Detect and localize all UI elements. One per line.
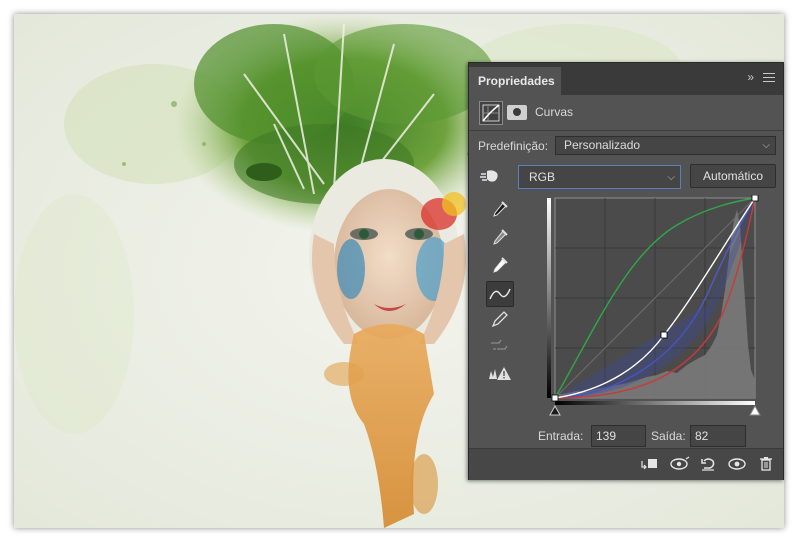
white-point-slider[interactable] xyxy=(749,405,761,416)
preset-value: Personalizado xyxy=(564,138,641,152)
output-field[interactable]: 82 xyxy=(690,425,746,447)
screenshot-frame: Propriedades » Curvas Predefinição: Pers… xyxy=(0,0,800,543)
adjustment-label: Curvas xyxy=(535,105,574,119)
output-label: Saída: xyxy=(651,429,686,443)
panel-bottom-bar xyxy=(469,448,783,480)
panel-titlebar: Propriedades » xyxy=(469,63,783,95)
curve-point-black[interactable] xyxy=(551,394,559,402)
clipping-warning-icon[interactable] xyxy=(487,363,513,387)
input-label: Entrada: xyxy=(538,429,584,443)
trash-icon[interactable] xyxy=(754,453,778,475)
preset-dropdown[interactable]: Personalizado ⌵ xyxy=(555,136,776,155)
eyedropper-white-icon[interactable] xyxy=(487,255,513,279)
tab-properties[interactable]: Propriedades xyxy=(469,67,561,95)
curve-point-selected[interactable] xyxy=(660,331,668,339)
chevron-down-icon: ⌵ xyxy=(762,140,770,151)
clip-to-layer-icon[interactable] xyxy=(637,453,661,475)
reset-icon[interactable] xyxy=(696,453,720,475)
smooth-icon[interactable] xyxy=(487,335,513,359)
curves-graph[interactable] xyxy=(547,195,759,407)
curve-point-icon[interactable] xyxy=(486,281,514,307)
output-gradient xyxy=(547,198,551,398)
curve-point-white[interactable] xyxy=(751,195,759,202)
visibility-eye-icon[interactable] xyxy=(725,453,749,475)
properties-panel: Propriedades » Curvas Predefinição: Pers… xyxy=(468,62,784,480)
preset-label: Predefinição: xyxy=(478,139,549,153)
eyedropper-gray-icon[interactable] xyxy=(487,227,513,251)
pencil-icon[interactable] xyxy=(487,309,513,333)
targeted-adjustment-icon[interactable] xyxy=(479,167,501,190)
channel-value: RGB xyxy=(529,170,556,184)
layer-mask-icon[interactable] xyxy=(507,105,527,120)
curves-adjustment-icon[interactable] xyxy=(479,101,503,125)
eyedropper-black-icon[interactable] xyxy=(487,199,513,223)
channel-dropdown[interactable]: RGB ⌵ xyxy=(518,165,681,189)
collapse-icon[interactable]: » xyxy=(747,70,754,84)
auto-button[interactable]: Automático xyxy=(690,164,776,188)
panel-menu-icon[interactable] xyxy=(763,73,775,85)
input-field[interactable]: 139 xyxy=(591,425,646,447)
chevron-down-icon: ⌵ xyxy=(667,172,675,183)
black-point-slider[interactable] xyxy=(549,405,561,416)
divider xyxy=(469,130,783,131)
input-sliders xyxy=(549,405,761,416)
view-previous-icon[interactable] xyxy=(667,453,691,475)
